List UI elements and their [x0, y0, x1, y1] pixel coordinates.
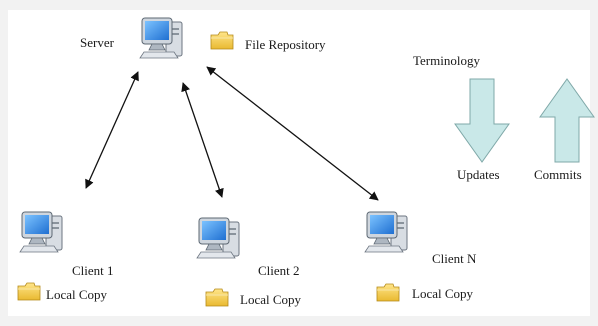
connector-server-client-2 [181, 82, 224, 198]
server-label: Server [80, 35, 114, 50]
repository-folder-icon [210, 31, 234, 50]
commits-label: Commits [534, 167, 582, 182]
commits-arrow-icon [539, 78, 595, 163]
client-server-diagram: Server File Repository Client 1 Local Co… [0, 0, 598, 326]
client-2-copy-label: Local Copy [240, 292, 302, 307]
client-1-folder-icon [17, 282, 41, 301]
client-2-computer-icon [196, 217, 240, 259]
connector-server-client-n [206, 66, 379, 201]
terminology-title: Terminology [413, 53, 480, 68]
updates-label: Updates [457, 167, 500, 182]
client-1-label: Client 1 [72, 263, 114, 278]
server-computer-icon [139, 17, 183, 59]
client-2-folder-icon [205, 288, 229, 307]
client-1-computer-icon [19, 211, 63, 253]
client-n-label: Client N [432, 251, 477, 266]
repository-label: File Repository [245, 37, 326, 52]
client-2-label: Client 2 [258, 263, 300, 278]
updates-arrow-icon [454, 78, 510, 163]
client-n-computer-icon [364, 211, 408, 253]
client-n-copy-label: Local Copy [412, 286, 474, 301]
connector-server-client-1 [85, 71, 139, 189]
client-n-folder-icon [376, 283, 400, 302]
client-1-copy-label: Local Copy [46, 287, 108, 302]
